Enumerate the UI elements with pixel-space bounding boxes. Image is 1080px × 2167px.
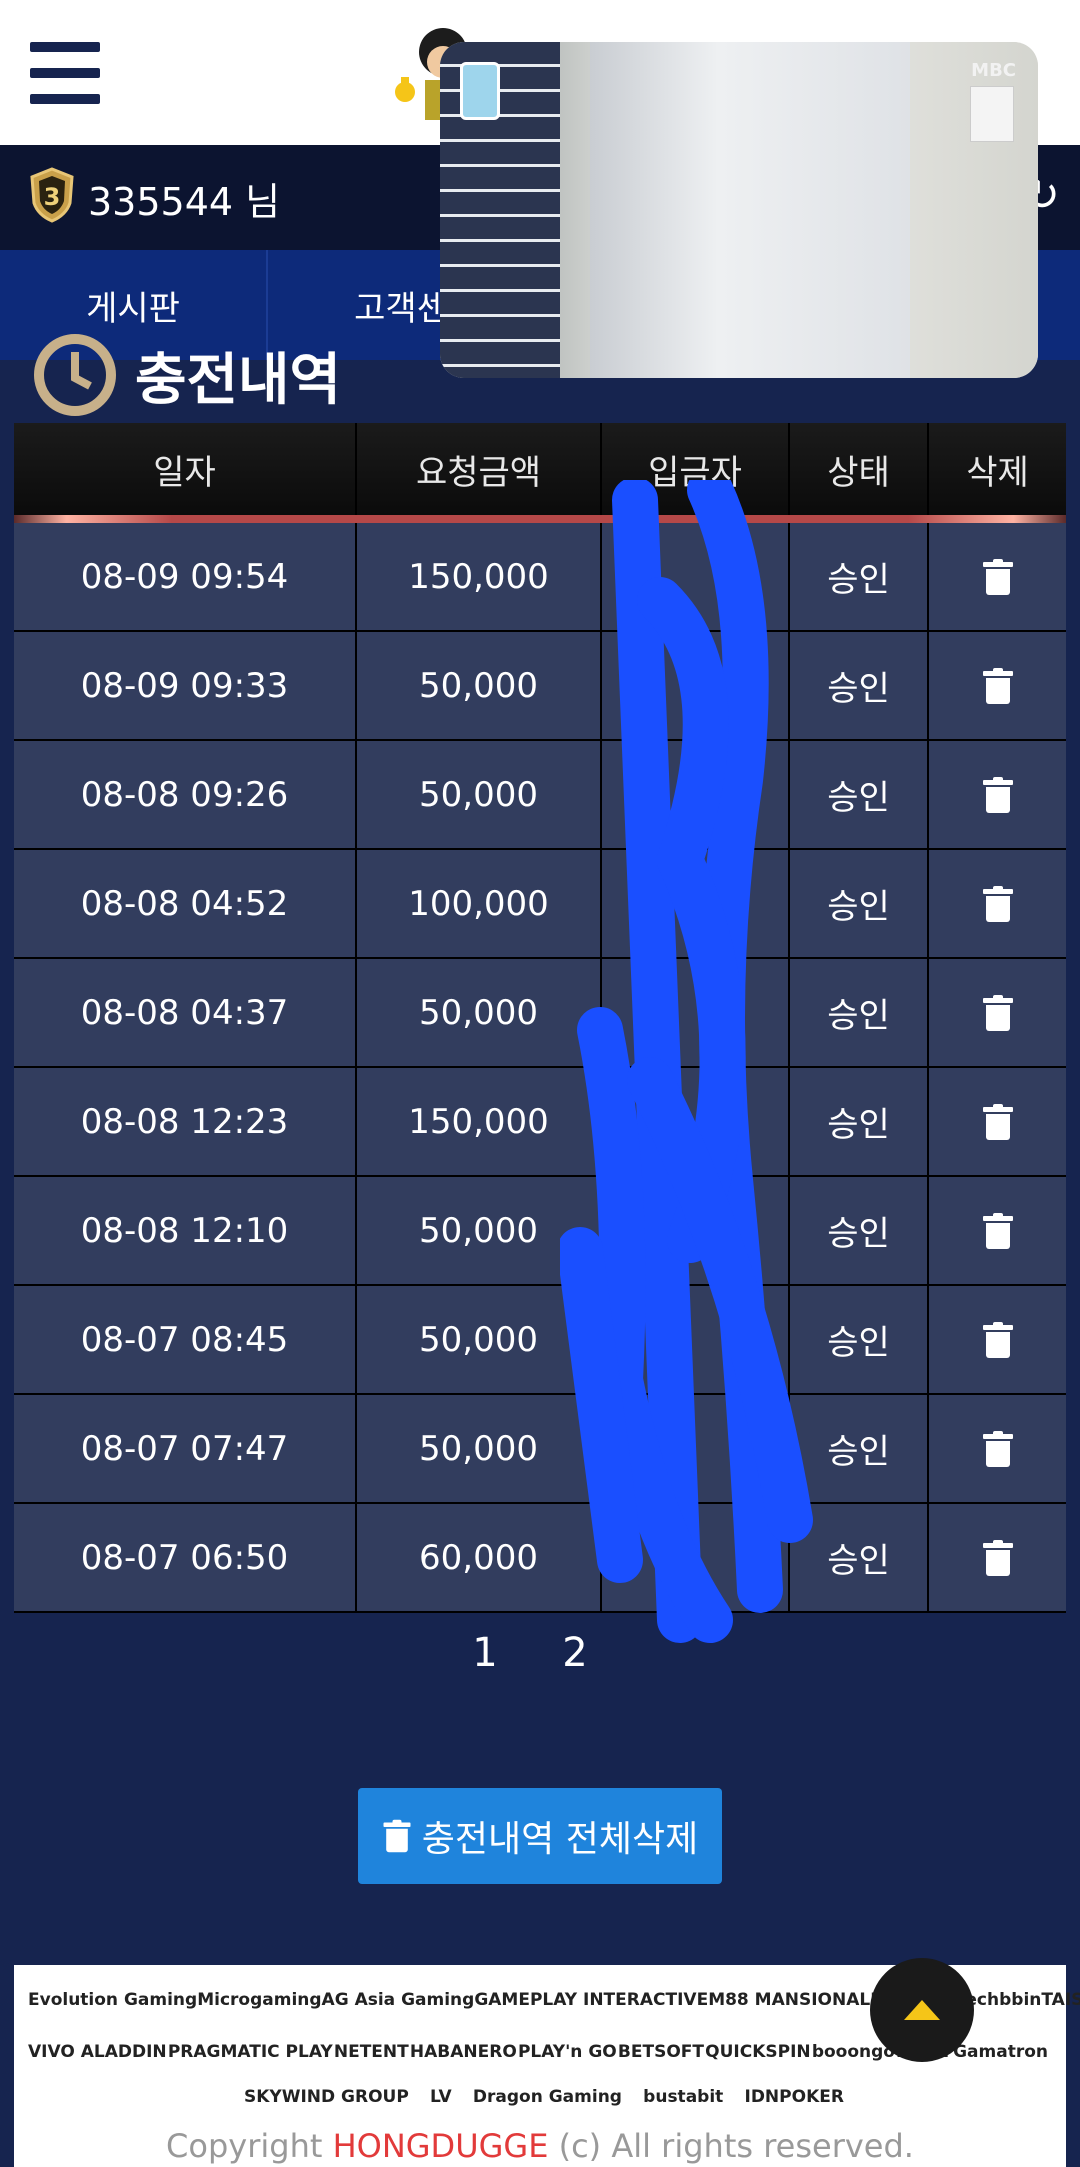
partner-logo: bustabit	[643, 2087, 724, 2107]
partner-logo: TAISHAN	[1041, 1990, 1080, 2010]
trash-icon[interactable]	[982, 1103, 1013, 1140]
partner-logo: M88 MANSION	[708, 1990, 847, 2010]
table-row: 08-08 12:23 150,000 승인	[14, 1068, 1066, 1177]
cell-delete	[929, 741, 1066, 848]
delete-all-label: 충전내역 전체삭제	[421, 1819, 699, 1860]
copyright-prefix: Copyright	[166, 2127, 323, 2165]
pagination: 1 2	[470, 1630, 590, 1676]
partner-logo: VIVO ALADDIN	[28, 2042, 167, 2062]
cell-date: 08-08 12:10	[14, 1177, 357, 1284]
partner-logo: IDNPOKER	[744, 2087, 844, 2107]
partner-logo: bbin	[999, 1990, 1042, 2010]
deposit-history-table: 일자 요청금액 입금자 상태 삭제 08-09 09:54 150,000 승인 08…	[14, 423, 1066, 1613]
partner-logo: SKYWIND GROUP	[244, 2087, 409, 2107]
history-icon	[34, 334, 116, 416]
cell-date: 08-07 07:47	[14, 1395, 357, 1502]
trash-icon[interactable]	[982, 1212, 1013, 1249]
partner-logo: Dragon Gaming	[472, 2087, 622, 2107]
cell-delete	[929, 1395, 1066, 1502]
scroll-top-button[interactable]	[870, 1958, 974, 2062]
cell-delete	[929, 1177, 1066, 1284]
partner-logo: PRAGMATIC PLAY	[167, 2042, 333, 2062]
page-2-link[interactable]: 2	[560, 1630, 590, 1676]
redaction-scribble	[560, 480, 813, 1643]
partner-logo: NETENT	[333, 2042, 409, 2062]
cell-date: 08-08 12:23	[14, 1068, 357, 1175]
cell-delete	[929, 1068, 1066, 1175]
table-row: 08-09 09:33 50,000 승인	[14, 632, 1066, 741]
table-row: 08-09 09:54 150,000 승인	[14, 523, 1066, 632]
video-badge-icon	[460, 62, 500, 120]
arrow-up-icon	[904, 2000, 940, 2020]
partner-logos-row-3: SKYWIND GROUP LV Dragon Gaming bustabit IDNP…	[244, 2077, 844, 2117]
copyright-brand: HONGDUGGE	[332, 2127, 549, 2165]
level-number: 3	[44, 183, 61, 211]
video-shirt	[590, 42, 910, 378]
trash-icon[interactable]	[982, 1539, 1013, 1576]
partner-logo: QUICKSPIN	[705, 2042, 811, 2062]
trash-icon[interactable]	[982, 885, 1013, 922]
video-overlay[interactable]: MBC	[440, 42, 1038, 378]
cell-date: 08-08 04:52	[14, 850, 357, 957]
partner-logo: Microgaming	[197, 1990, 322, 2010]
hamburger-icon[interactable]	[30, 42, 100, 104]
level-3-shield-icon: 3	[30, 167, 74, 223]
table-row: 08-07 07:47 50,000 승인	[14, 1395, 1066, 1504]
page-1-link[interactable]: 1	[470, 1630, 500, 1676]
cell-date: 08-07 08:45	[14, 1286, 357, 1393]
trash-icon[interactable]	[982, 667, 1013, 704]
cell-date: 08-08 09:26	[14, 741, 357, 848]
cell-delete	[929, 959, 1066, 1066]
header-delete: 삭제	[966, 452, 1029, 493]
partner-logo: AG Asia Gaming	[321, 1990, 475, 2010]
partner-logo: PLAY'n GO	[517, 2042, 617, 2062]
cell-delete	[929, 1286, 1066, 1393]
table-row: 08-08 09:26 50,000 승인	[14, 741, 1066, 850]
trash-icon[interactable]	[982, 558, 1013, 595]
copyright-suffix: (c) All rights reserved.	[558, 2127, 914, 2165]
partner-logo: booongo	[811, 2042, 895, 2062]
header-date: 일자	[14, 423, 357, 515]
table-row: 08-07 06:50 60,000 승인	[14, 1504, 1066, 1613]
table-row: 08-08 12:10 50,000 승인	[14, 1177, 1066, 1286]
cell-date: 08-09 09:33	[14, 632, 357, 739]
table-body: 08-09 09:54 150,000 승인 08-09 09:33 50,000 승인 0…	[14, 523, 1066, 1613]
program-tag-icon	[970, 86, 1014, 142]
trash-icon	[383, 1819, 411, 1853]
cell-date: 08-09 09:54	[14, 523, 357, 630]
cell-delete	[929, 632, 1066, 739]
cell-delete	[929, 523, 1066, 630]
table-row: 08-08 04:52 100,000 승인	[14, 850, 1066, 959]
channel-logo: MBC	[971, 60, 1016, 81]
partner-logo: Gamatron	[953, 2042, 1048, 2062]
cell-date: 08-08 04:37	[14, 959, 357, 1066]
trash-icon[interactable]	[982, 1321, 1013, 1358]
page-title: 충전내역	[135, 348, 342, 413]
cell-date: 08-07 06:50	[14, 1504, 357, 1611]
trash-icon[interactable]	[982, 1430, 1013, 1467]
delete-all-button[interactable]: 충전내역 전체삭제	[358, 1788, 722, 1884]
partner-logo: BETSOFT	[617, 2042, 704, 2062]
cell-delete	[929, 1504, 1066, 1611]
table-row: 08-08 04:37 50,000 승인	[14, 959, 1066, 1068]
table-header: 일자 요청금액 입금자 상태 삭제	[14, 423, 1066, 523]
partner-logo: LV	[430, 2087, 452, 2107]
partner-logo: Evolution Gaming	[28, 1990, 198, 2010]
table-row: 08-07 08:45 50,000 승인	[14, 1286, 1066, 1395]
trash-icon[interactable]	[982, 994, 1013, 1031]
partner-logo: HABANERO	[409, 2042, 517, 2062]
trash-icon[interactable]	[982, 776, 1013, 813]
partner-logo: GAMEPLAY INTERACTIVE	[474, 1990, 709, 2010]
username: 335544 님	[88, 180, 281, 224]
copyright: Copyright HONGDUGGE (c) All rights reser…	[14, 2127, 1066, 2165]
video-sleeve	[440, 42, 560, 378]
cell-delete	[929, 850, 1066, 957]
